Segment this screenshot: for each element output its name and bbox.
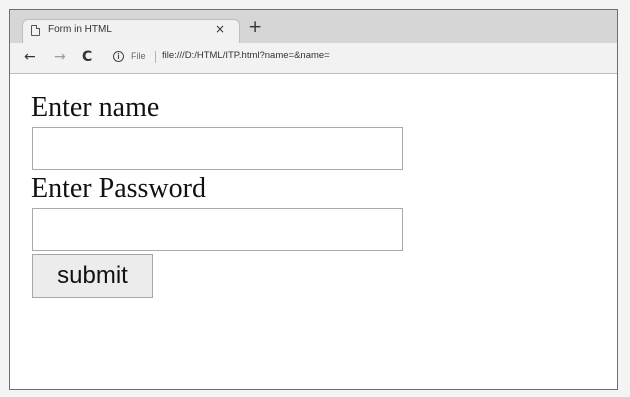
new-tab-button[interactable]: + bbox=[248, 18, 262, 36]
address-separator bbox=[155, 51, 156, 63]
submit-button[interactable]: submit bbox=[32, 254, 153, 298]
close-tab-icon[interactable]: × bbox=[215, 22, 225, 36]
browser-toolbar: ← → C i File file:///D:/HTML/ITP.html?na… bbox=[10, 43, 617, 74]
back-button[interactable]: ← bbox=[24, 49, 36, 65]
forward-button[interactable]: → bbox=[54, 49, 66, 65]
tab-title: Form in HTML bbox=[48, 24, 112, 35]
address-bar-url[interactable]: file:///D:/HTML/ITP.html?name=&name= bbox=[162, 50, 330, 61]
name-label: Enter name bbox=[31, 92, 160, 123]
tab-strip: Form in HTML × + bbox=[10, 10, 617, 44]
scheme-label: File bbox=[131, 51, 146, 61]
password-input[interactable] bbox=[32, 208, 403, 251]
info-icon[interactable]: i bbox=[113, 51, 124, 62]
name-input[interactable] bbox=[32, 127, 403, 170]
password-label: Enter Password bbox=[31, 173, 206, 204]
reload-button[interactable]: C bbox=[82, 49, 92, 65]
browser-tab[interactable]: Form in HTML × bbox=[22, 19, 240, 43]
page-icon bbox=[31, 25, 40, 36]
page-content: Enter name Enter Password submit bbox=[10, 74, 617, 389]
browser-window: Form in HTML × + ← → C i File file:///D:… bbox=[9, 9, 618, 390]
